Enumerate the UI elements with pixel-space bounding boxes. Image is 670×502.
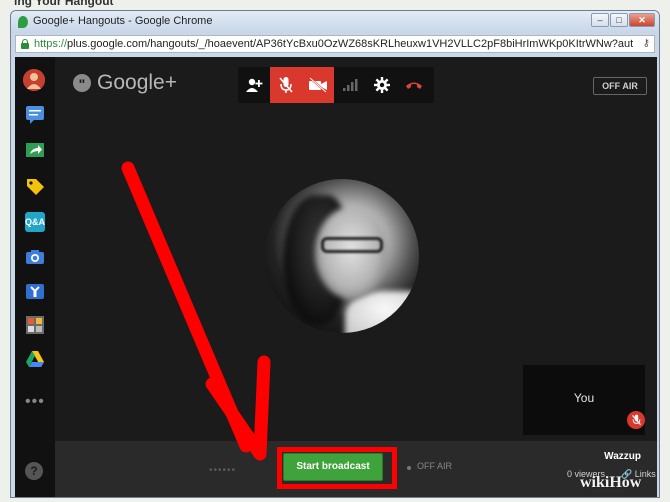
minimize-button[interactable]: –	[591, 13, 609, 27]
chat-icon[interactable]	[25, 105, 45, 125]
mic-muted-icon[interactable]	[270, 67, 302, 103]
chrome-window: Google+ Hangouts - Google Chrome – □ ✕ h…	[10, 10, 660, 498]
url-path: plus.google.com/hangouts/_/hoaevent/AP36…	[67, 38, 634, 50]
broadcast-bar: •••••• Start broadcast OFF AIR Wazzup 0 …	[55, 441, 657, 497]
participant-video	[265, 179, 419, 333]
logo-text: Google+	[97, 71, 177, 94]
lock-icon	[21, 39, 29, 49]
watermark: wikiHow	[580, 474, 642, 491]
avatar[interactable]	[23, 69, 45, 91]
title-bar: Google+ Hangouts - Google Chrome – □ ✕	[11, 11, 659, 33]
hangouts-icon	[18, 16, 28, 28]
self-video-tile[interactable]: You	[523, 365, 645, 435]
url-text[interactable]: https://plus.google.com/hangouts/_/hoaev…	[34, 38, 634, 50]
screenshot: ing Your Hangout Google+ Hangouts - Goog…	[0, 0, 670, 502]
google-plus-logo: " Google+	[73, 71, 177, 95]
left-rail: Q&A ••• ?	[15, 57, 55, 497]
close-button[interactable]: ✕	[629, 13, 655, 27]
hangup-icon[interactable]	[398, 67, 430, 103]
qna-icon[interactable]: Q&A	[25, 212, 45, 232]
page-heading: ing Your Hangout	[14, 0, 114, 8]
qna-label: Q&A	[25, 217, 45, 227]
camera-icon[interactable]	[25, 247, 45, 267]
key-icon[interactable]: ⚷	[643, 38, 650, 49]
signal-icon[interactable]	[334, 67, 366, 103]
window-title: Google+ Hangouts - Google Chrome	[33, 15, 213, 27]
mic-muted-icon	[627, 411, 645, 429]
add-person-icon[interactable]	[238, 67, 270, 103]
call-toolbar	[238, 67, 434, 103]
help-icon[interactable]: ?	[25, 462, 43, 480]
status-dot	[407, 466, 411, 470]
self-label: You	[573, 391, 595, 405]
hangout-app: Q&A ••• ? " Google+ OFF AIR You •••••• S…	[15, 57, 657, 497]
maximize-button[interactable]: □	[610, 13, 628, 27]
drive-icon[interactable]	[25, 349, 45, 369]
screenshare-icon[interactable]	[25, 141, 45, 161]
highlight-box	[277, 447, 397, 489]
event-title: Wazzup	[604, 451, 641, 462]
off-air-status: OFF AIR	[417, 461, 453, 471]
youtube-icon[interactable]	[25, 281, 45, 301]
url-scheme: https://	[34, 38, 68, 50]
more-icon[interactable]: •••	[25, 393, 45, 411]
apps-icon[interactable]	[25, 315, 45, 335]
window-controls: – □ ✕	[591, 13, 655, 27]
off-air-button[interactable]: OFF AIR	[593, 77, 647, 95]
camera-off-icon[interactable]	[302, 67, 334, 103]
hangouts-logo-icon: "	[73, 74, 91, 92]
progress-dots: ••••••	[209, 465, 237, 476]
address-bar[interactable]: https://plus.google.com/hangouts/_/hoaev…	[15, 35, 655, 53]
settings-icon[interactable]	[366, 67, 398, 103]
tag-icon[interactable]	[25, 177, 45, 197]
